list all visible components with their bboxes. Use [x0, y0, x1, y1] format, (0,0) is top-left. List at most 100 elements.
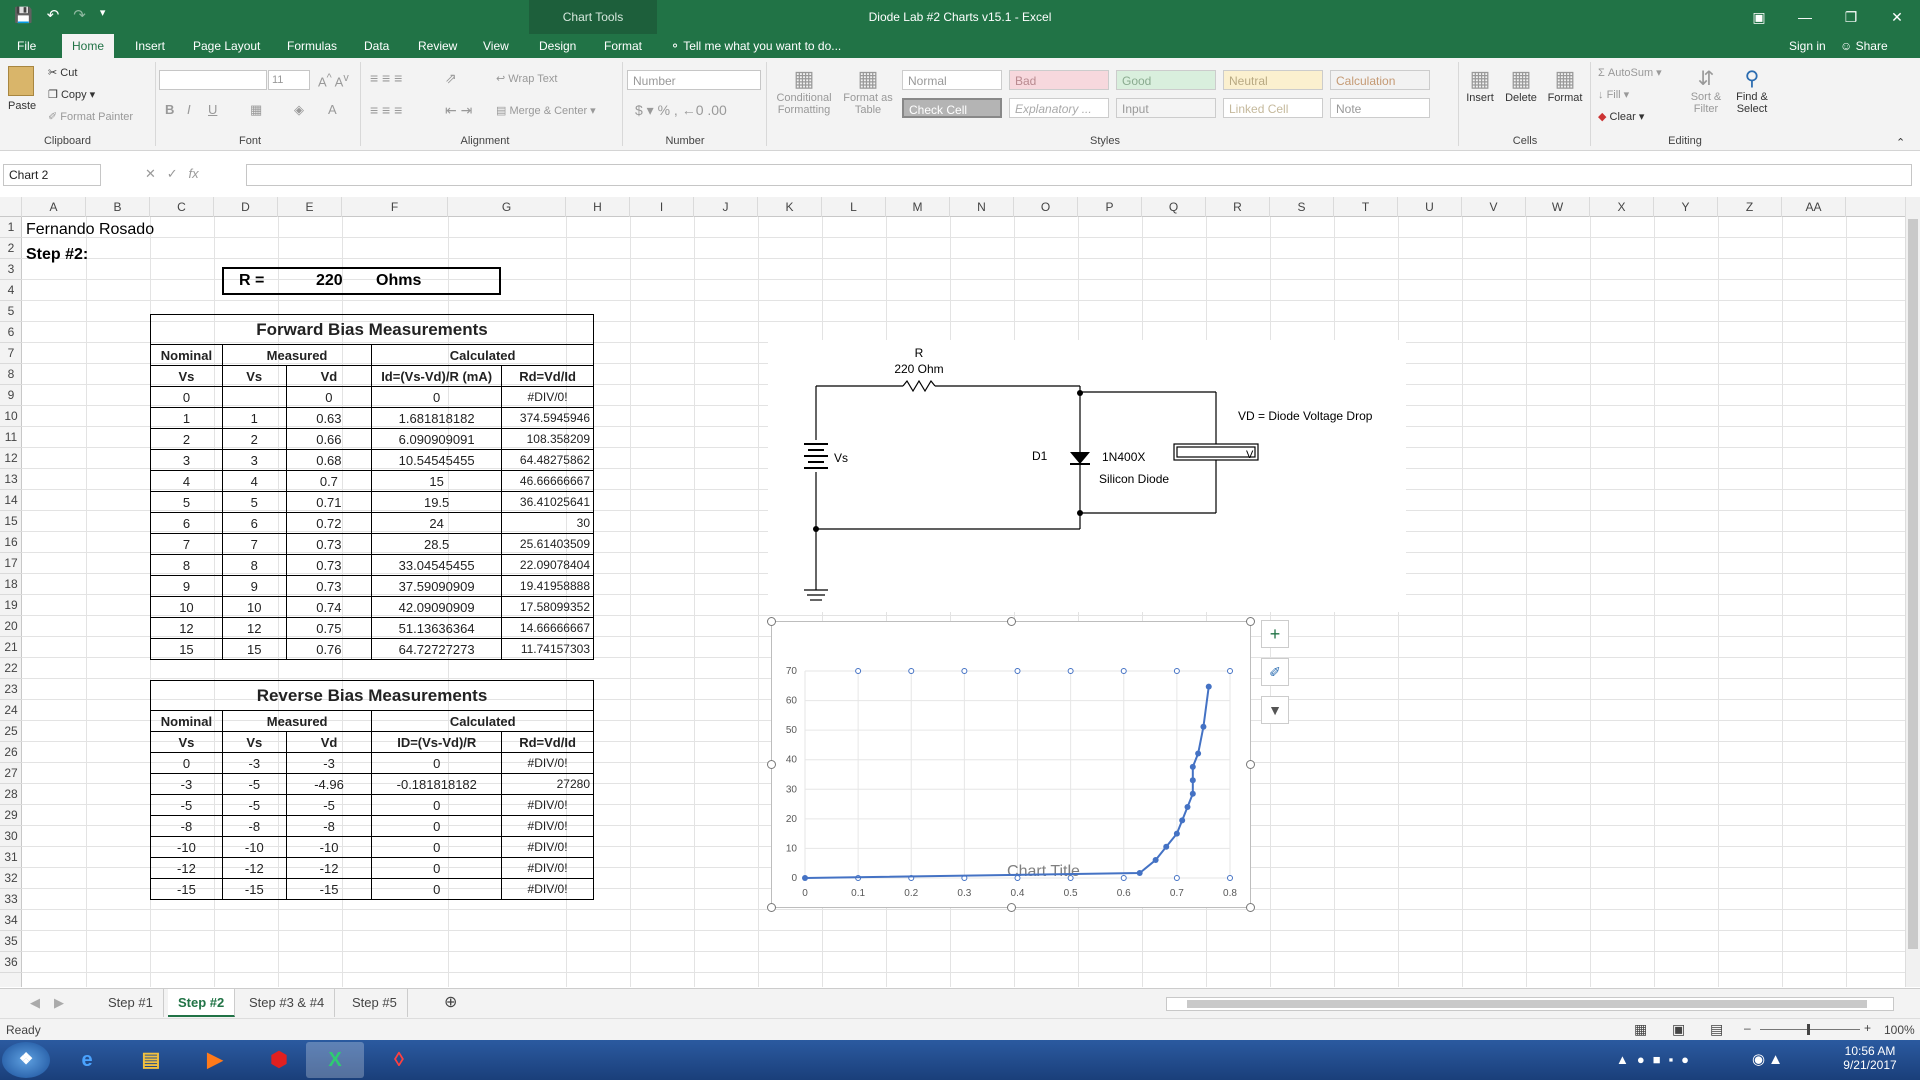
sort-filter-button[interactable]: ⇵ Sort & Filter [1686, 66, 1726, 115]
style-explanatory[interactable]: Explanatory ... [1009, 98, 1109, 118]
table-cell[interactable]: 64.48275862 [501, 449, 594, 471]
restore-icon[interactable]: ❐ [1828, 0, 1874, 34]
table-cell[interactable]: 10 [150, 596, 223, 618]
table-cell[interactable]: 6 [221, 512, 287, 534]
chart-area[interactable]: 0 10 20 30 40 50 60 70 0 0.1 0.2 0.3 0.4 0.5 0.6 0.7 0.8… [771, 621, 1251, 908]
table-cell[interactable]: 1 [150, 407, 223, 429]
series-line[interactable] [804, 686, 1210, 879]
format-as-table-button[interactable]: ▦ Format as Table [840, 66, 896, 116]
row-header-23[interactable]: 23 [0, 679, 22, 700]
r-value[interactable]: 220 [316, 272, 343, 290]
resize-handle[interactable] [767, 903, 776, 912]
find-select-button[interactable]: ⚲ Find & Select [1730, 66, 1774, 115]
number-format-dropdown[interactable]: Number [627, 70, 761, 90]
table-cell[interactable]: 0 [150, 386, 223, 408]
tab-insert[interactable]: Insert [125, 34, 175, 58]
zoom-level[interactable]: 100% [1884, 1023, 1915, 1037]
font-name-field[interactable] [159, 70, 267, 90]
table-cell[interactable]: 15 [150, 638, 223, 660]
zoom-slider[interactable] [1760, 1029, 1860, 1030]
ribbon-display-icon[interactable]: ▣ [1736, 0, 1782, 34]
table-cell[interactable]: 0 [371, 752, 503, 774]
table-cell[interactable]: 12 [221, 617, 287, 639]
gridline-handle[interactable] [1227, 668, 1233, 674]
table-cell[interactable]: 30 [501, 512, 594, 534]
undo-icon[interactable]: ↶ [47, 6, 60, 24]
underline-icon[interactable]: U [208, 102, 217, 117]
table-cell[interactable]: 42.09090909 [371, 596, 503, 618]
table-cell[interactable]: -8 [285, 815, 373, 837]
explorer-icon[interactable]: ▤ [122, 1042, 180, 1078]
table-cell[interactable]: 3 [150, 449, 223, 471]
scroll-right-icon[interactable]: ▶ [44, 989, 74, 1017]
table-cell[interactable]: 64.72727273 [371, 638, 503, 660]
table-cell[interactable]: 17.58099352 [501, 596, 594, 618]
column-header-u[interactable]: U [1398, 197, 1462, 217]
font-color-icon[interactable]: A [328, 102, 337, 117]
table-cell[interactable]: 27280 [501, 773, 594, 795]
row-header-30[interactable]: 30 [0, 826, 22, 847]
tell-me-box[interactable]: ⚬ Tell me what you want to do... [670, 39, 841, 53]
data-point[interactable] [1179, 817, 1186, 824]
row-header-7[interactable]: 7 [0, 343, 22, 364]
group-header[interactable]: Measured [221, 710, 373, 732]
reverse-title[interactable]: Reverse Bias Measurements [150, 680, 594, 711]
name-box[interactable]: Chart 2 [3, 164, 101, 186]
group-header[interactable]: Calculated [371, 710, 594, 732]
column-header-h[interactable]: H [566, 197, 630, 217]
table-cell[interactable]: -3 [221, 752, 287, 774]
fill-button[interactable]: ↓ Fill ▾ [1598, 88, 1629, 101]
table-cell[interactable]: -5 [285, 794, 373, 816]
table-cell[interactable]: 22.09078404 [501, 554, 594, 576]
row-header-36[interactable]: 36 [0, 952, 22, 973]
orientation-icon[interactable]: ⇗ [445, 70, 457, 87]
column-header[interactable]: Id=(Vs-Vd)/R (mA) [371, 365, 503, 387]
row-header-26[interactable]: 26 [0, 742, 22, 763]
table-cell[interactable]: 2 [150, 428, 223, 450]
data-point[interactable] [1184, 804, 1191, 811]
zoom-slider-thumb[interactable] [1807, 1024, 1810, 1035]
row-header-14[interactable]: 14 [0, 490, 22, 511]
table-cell[interactable]: -10 [150, 836, 223, 858]
row-header-2[interactable]: 2 [0, 238, 22, 259]
table-cell[interactable]: 7 [150, 533, 223, 555]
gridline-handle[interactable] [1120, 875, 1127, 881]
column-header[interactable]: Rd=Vd/Id [501, 365, 594, 387]
data-point[interactable] [1163, 843, 1170, 850]
style-neutral[interactable]: Neutral [1223, 70, 1323, 90]
table-cell[interactable]: 0.76 [285, 638, 373, 660]
row-header-31[interactable]: 31 [0, 847, 22, 868]
paste-icon[interactable] [8, 66, 34, 96]
scroll-thumb[interactable] [1908, 219, 1918, 949]
conditional-formatting-button[interactable]: ▦ Conditional Formatting [772, 66, 836, 116]
r-label[interactable]: R = [239, 272, 264, 290]
table-cell[interactable]: 0 [371, 386, 503, 408]
delete-cells-button[interactable]: ▦ Delete [1503, 66, 1539, 104]
table-cell[interactable]: 33.04545455 [371, 554, 503, 576]
table-cell[interactable]: 0 [371, 878, 503, 900]
table-cell[interactable]: 25.61403509 [501, 533, 594, 555]
table-cell[interactable]: 15 [221, 638, 287, 660]
column-header-a[interactable]: A [22, 197, 86, 217]
table-cell[interactable]: 10.54545455 [371, 449, 503, 471]
align-top-icon[interactable]: ≡ ≡ ≡ [370, 70, 402, 86]
enter-icon[interactable]: ✓ [167, 166, 178, 181]
table-cell[interactable]: 0.68 [285, 449, 373, 471]
column-header-f[interactable]: F [342, 197, 448, 217]
table-cell[interactable]: 0.73 [285, 554, 373, 576]
table-cell[interactable]: -8 [221, 815, 287, 837]
table-cell[interactable]: 0.7 [285, 470, 373, 492]
group-header[interactable]: Nominal [150, 710, 223, 732]
table-cell[interactable]: 9 [221, 575, 287, 597]
table-cell[interactable]: 12 [150, 617, 223, 639]
gridline-handle[interactable] [1227, 875, 1233, 881]
tab-data[interactable]: Data [354, 34, 399, 58]
customize-qat-icon[interactable]: ▾ [100, 6, 106, 24]
borders-icon[interactable]: ▦ [250, 102, 262, 118]
row-header-3[interactable]: 3 [0, 259, 22, 280]
row-header-8[interactable]: 8 [0, 364, 22, 385]
table-cell[interactable]: #DIV/0! [501, 857, 594, 879]
column-header-d[interactable]: D [214, 197, 278, 217]
clear-button[interactable]: ◆ Clear ▾ [1598, 110, 1644, 123]
row-header-20[interactable]: 20 [0, 616, 22, 637]
